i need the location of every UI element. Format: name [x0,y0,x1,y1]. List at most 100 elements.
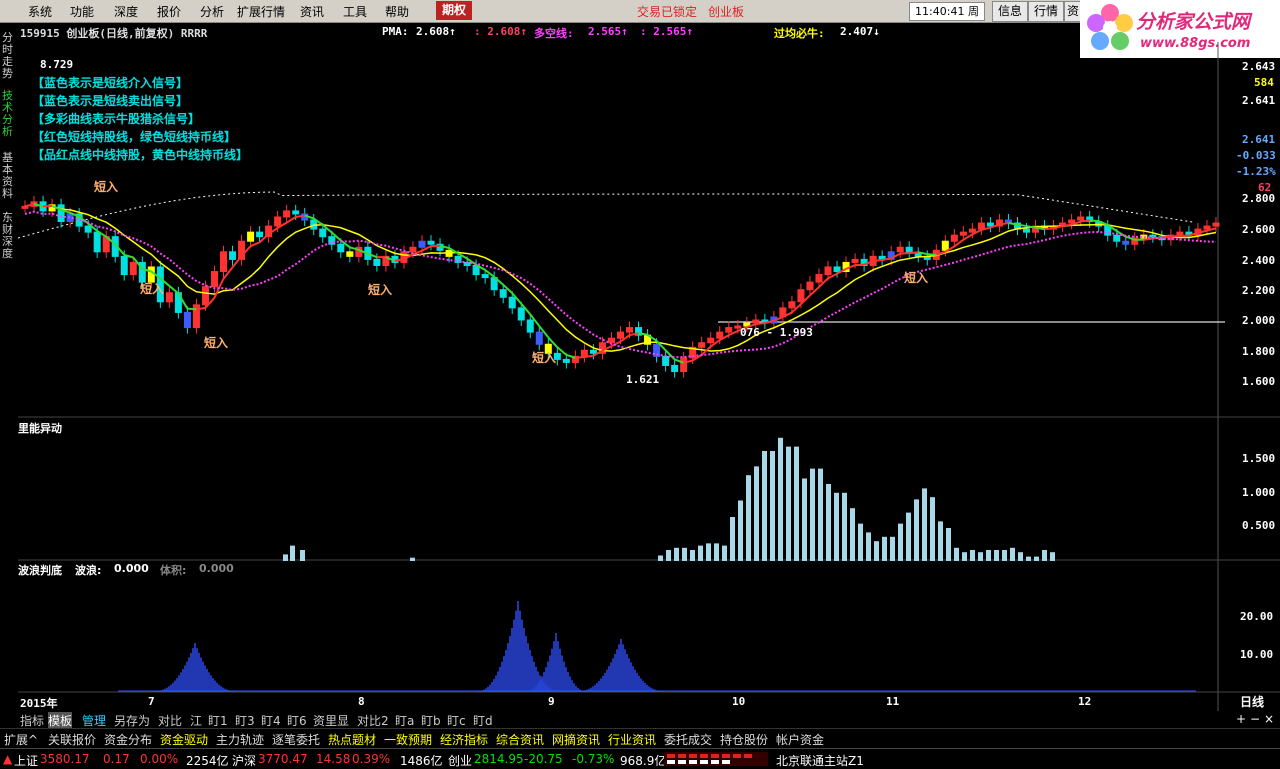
tab-watch-3[interactable]: 盯3 [235,712,255,729]
candle-body [94,232,100,252]
candle-body [347,252,353,257]
menu-help[interactable]: 帮助 [385,3,409,20]
menu-expand[interactable]: 扩展^ [4,731,38,748]
period-label[interactable]: 日线 [1240,693,1264,710]
menu-news-summary[interactable]: 综合资讯 [496,731,544,748]
volume-anomaly-bar [722,546,727,561]
chart-area[interactable]: 159915 创业板(日线,前复权) RRRR PMA: 2.608↑ : 2.… [18,22,1280,712]
sh-label[interactable]: 上证 [14,752,38,769]
tab-watch-6[interactable]: 盯6 [287,712,307,729]
function-menu: 扩展^ 关联报价 资金分布 资金驱动 主力轨迹 逐笔委托 热点题材 一致预期 经… [0,728,1280,747]
menu-account[interactable]: 帐户资金 [776,731,824,748]
tab-watch-d[interactable]: 盯d [473,712,493,729]
menu-fund-drive[interactable]: 资金驱动 [160,731,208,748]
hs-pct: 0.39% [352,752,390,766]
menu-tick-order[interactable]: 逐笔委托 [272,731,320,748]
cy-label[interactable]: 创业 [448,752,472,769]
tab-watch-a[interactable]: 盯a [395,712,414,729]
zoom-out-icon[interactable]: − [1250,712,1260,726]
volume-anomaly-bar [818,469,823,561]
candle-body [753,320,759,323]
ma-short-segment [909,252,918,253]
candle-body [230,252,236,260]
axis-price-chg: -0.033 [1236,149,1276,162]
menu-main-trace[interactable]: 主力轨迹 [216,731,264,748]
menu-industry-news[interactable]: 行业资讯 [608,731,656,748]
menu-holdings[interactable]: 持仓股份 [720,731,768,748]
low-marker: 1.621 [626,373,659,386]
ma-short-segment [927,254,936,255]
server-name[interactable]: 北京联通主站Z1 [776,752,864,769]
side-tab-technical[interactable]: 技术分析 [2,90,16,138]
tab-manage[interactable]: 管理 [82,712,106,729]
market-button[interactable]: 行情 [1028,1,1064,22]
zoom-in-icon[interactable]: + [1236,712,1246,726]
menu-related-quote[interactable]: 关联报价 [48,731,96,748]
menu-depth[interactable]: 深度 [114,3,138,20]
menu-ext-market[interactable]: 扩展行情 [237,3,285,20]
volume-anomaly-bar [682,548,687,561]
entry-signal-4: 短入 [368,281,392,298]
status-bar: ▲ 上证 3580.17 0.17 0.00% 2254亿 沪深 3770.47… [0,748,1280,769]
entry-signal-6: 短入 [904,269,928,286]
volume-anomaly-bar [994,550,999,561]
candle-body [681,358,687,372]
axis-price-200: 2.000 [1242,314,1275,327]
candle-body [275,217,281,226]
close-panel-icon[interactable]: × [1264,712,1274,726]
candle-body [536,332,542,344]
side-tab-depth[interactable]: 东财深度 [2,212,16,260]
volume-anomaly-bar [946,528,951,561]
menu-hot-topics[interactable]: 热点题材 [328,731,376,748]
tab-watch-1[interactable]: 盯1 [208,712,228,729]
tab-jiang[interactable]: 江 [190,712,202,729]
tab-compare[interactable]: 对比 [158,712,182,729]
trade-lock-status[interactable]: 交易已锁定 [637,3,697,20]
wave-panel-title: 波浪判底 [18,562,62,578]
tab-template[interactable]: 模板 [48,712,72,729]
volume-anomaly-bar [786,447,791,561]
candle-body [942,241,948,250]
menu-system[interactable]: 系统 [28,3,52,20]
tab-watch-4[interactable]: 盯4 [261,712,281,729]
menu-econ-index[interactable]: 经济指标 [440,731,488,748]
legend-line-4: 【红色短线持股线，绿色短线持币线】 [32,128,236,145]
side-tab-intraday[interactable]: 分时走势 [2,32,16,80]
tab-watch-b[interactable]: 盯b [421,712,441,729]
tab-compare-2[interactable]: 对比2 [357,712,389,729]
volume-anomaly-bar [970,550,975,561]
info-button[interactable]: 信息 [992,1,1028,22]
ma-short-segment [251,242,260,246]
candle-body [248,232,254,241]
board-label[interactable]: 创业板 [708,3,744,20]
menu-consensus[interactable]: 一致预期 [384,731,432,748]
hs-label[interactable]: 沪深 [232,752,256,769]
side-tab-fundamental[interactable]: 基本资料 [2,152,16,200]
x-label-9: 9 [548,695,555,708]
cy-value: 2814.95 [474,752,524,766]
tab-save-as[interactable]: 另存为 [114,712,150,729]
menu-fund-distribution[interactable]: 资金分布 [104,731,152,748]
menu-quote[interactable]: 报价 [157,3,181,20]
menu-analysis[interactable]: 分析 [200,3,224,20]
menu-tools[interactable]: 工具 [343,3,367,20]
tab-funds-show[interactable]: 资里显 [313,712,349,729]
sh-amount: 2254亿 [186,752,229,769]
volume-anomaly-bar [778,438,783,561]
candle-body [500,290,506,298]
options-tab[interactable]: 期权 [436,1,472,20]
candle-body [1204,226,1210,229]
menu-function[interactable]: 功能 [70,3,94,20]
axis-price-2: 2.641 [1242,94,1275,107]
candle-body [852,259,858,262]
tab-watch-c[interactable]: 盯c [447,712,466,729]
ma-short-segment [187,309,196,310]
multi-value-2: : 2.565↑ [640,25,693,38]
candle-body [211,272,217,287]
menu-news[interactable]: 资讯 [300,3,324,20]
tab-indicator[interactable]: 指标 [20,712,44,729]
menu-orders[interactable]: 委托成交 [664,731,712,748]
volume-anomaly-bar [978,552,983,561]
menu-web-news[interactable]: 网摘资讯 [552,731,600,748]
candle-body [1114,235,1120,241]
